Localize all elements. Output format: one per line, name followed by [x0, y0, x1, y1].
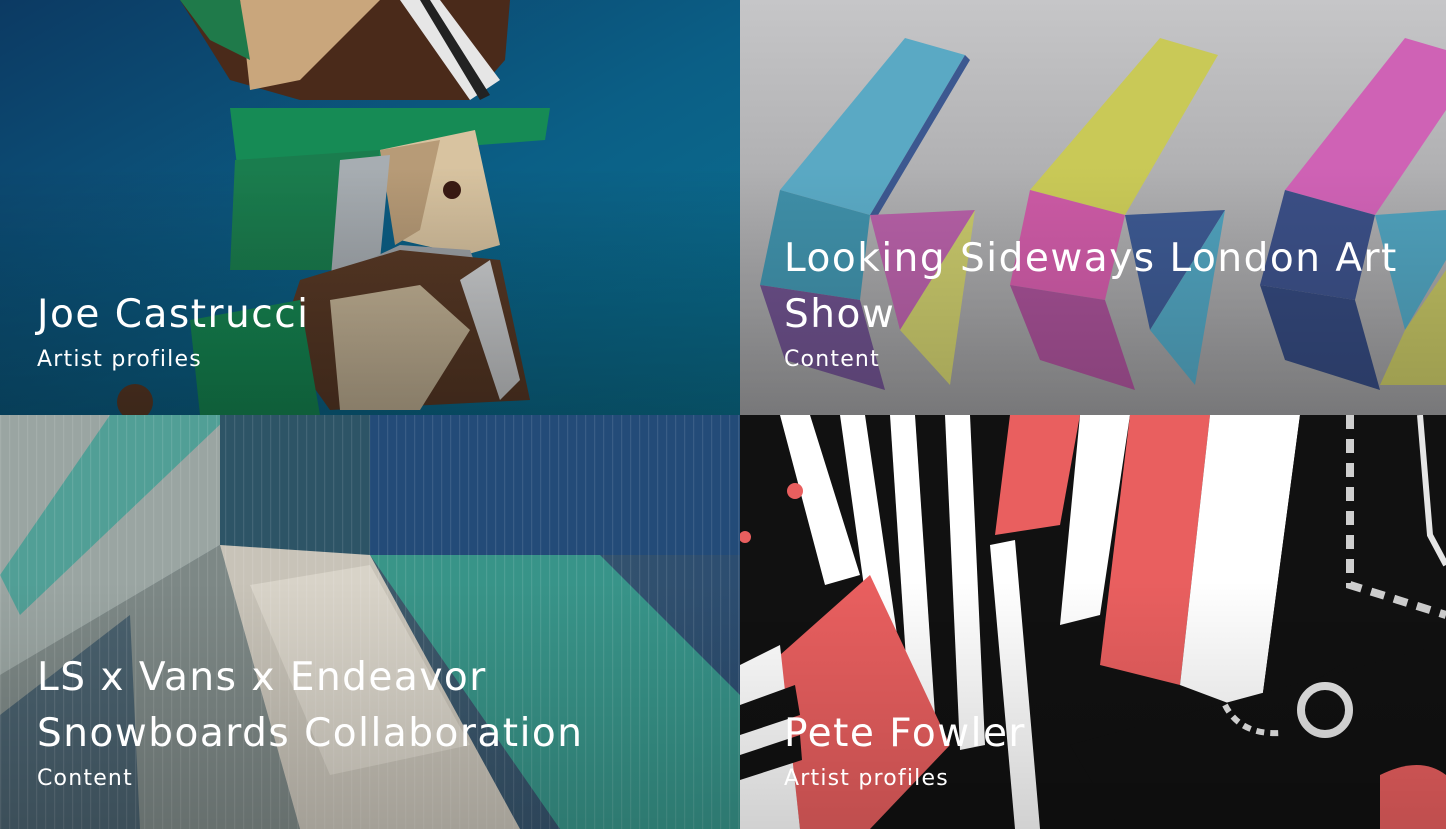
content-grid: Joe Castrucci Artist profiles Looking Si… [0, 0, 1446, 829]
tile-category[interactable]: Artist profiles [37, 343, 710, 377]
tile-looking-sideways-london-art-show[interactable]: Looking Sideways London Art Show Content [740, 0, 1446, 415]
tile-pete-fowler[interactable]: Pete Fowler Artist profiles [740, 415, 1446, 829]
tile-caption: Looking Sideways London Art Show Content [784, 231, 1416, 377]
tile-caption: Pete Fowler Artist profiles [784, 706, 1416, 796]
tile-caption: LS x Vans x Endeavor Snowboards Collabor… [37, 650, 710, 796]
tile-title[interactable]: Joe Castrucci [37, 287, 710, 343]
tile-ls-vans-endeavor-collaboration[interactable]: LS x Vans x Endeavor Snowboards Collabor… [0, 415, 740, 829]
tile-caption: Joe Castrucci Artist profiles [37, 287, 710, 377]
tile-title[interactable]: LS x Vans x Endeavor Snowboards Collabor… [37, 650, 710, 762]
tile-joe-castrucci[interactable]: Joe Castrucci Artist profiles [0, 0, 740, 415]
tile-category[interactable]: Content [784, 343, 1416, 377]
tile-category[interactable]: Content [37, 762, 710, 796]
tile-title[interactable]: Looking Sideways London Art Show [784, 231, 1416, 343]
tile-category[interactable]: Artist profiles [784, 762, 1416, 796]
tile-title[interactable]: Pete Fowler [784, 706, 1416, 762]
